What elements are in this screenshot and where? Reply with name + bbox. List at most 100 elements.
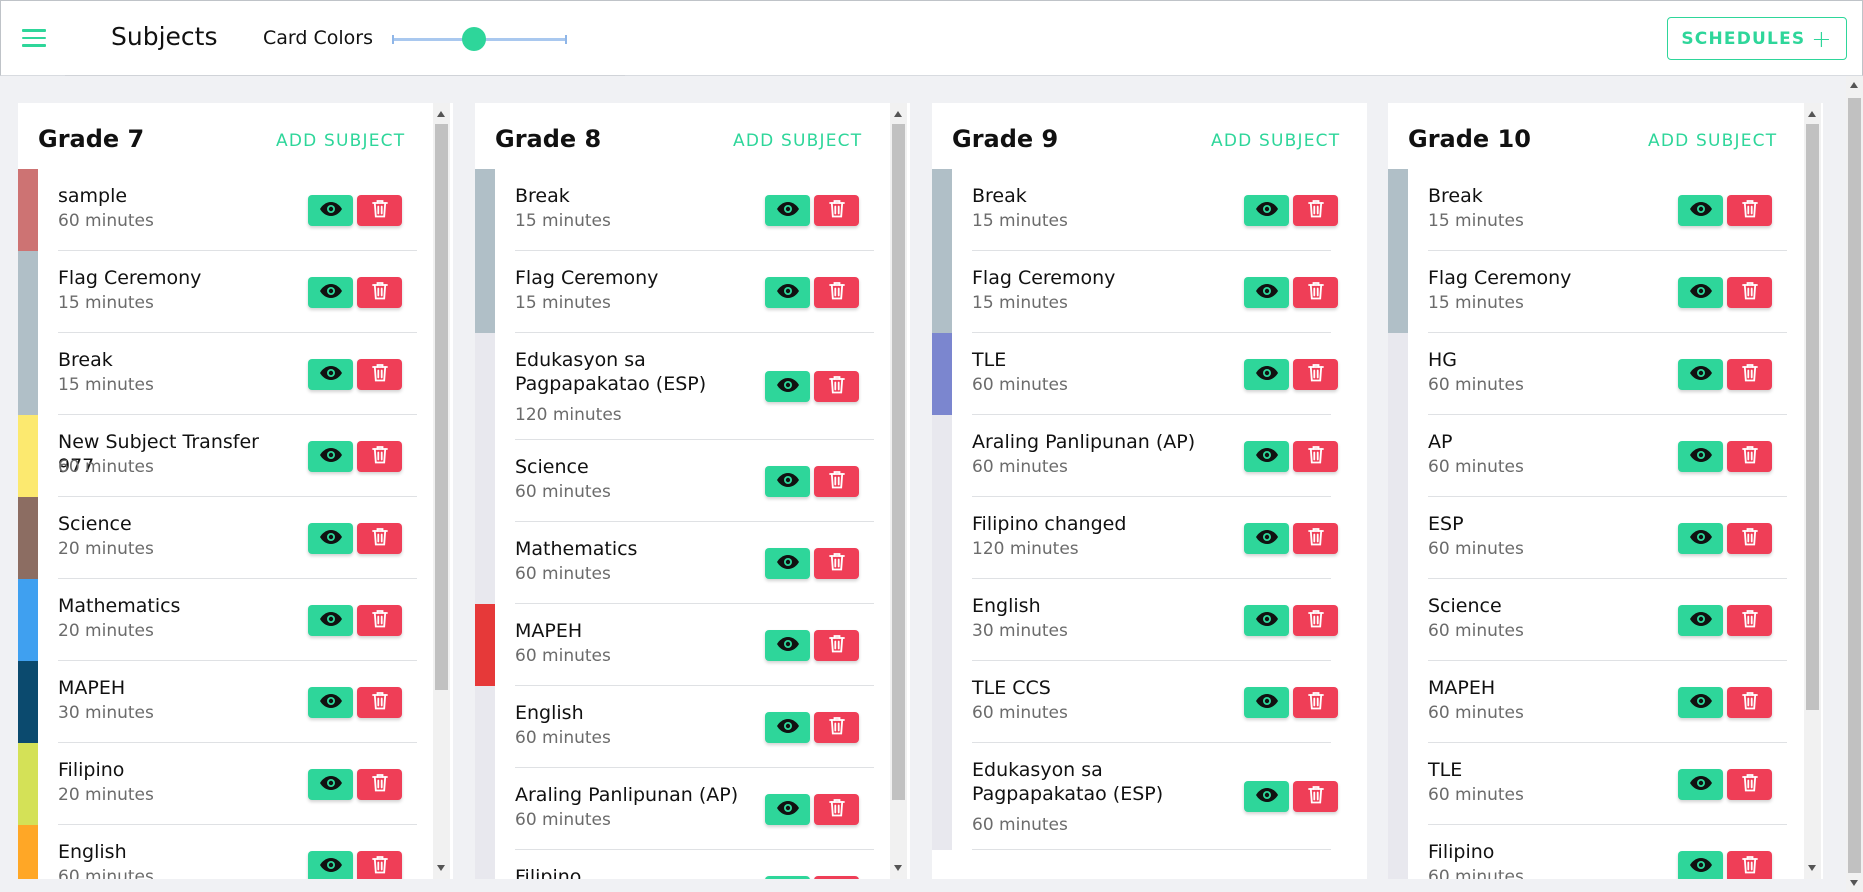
scrollbar-thumb[interactable]: [1806, 124, 1819, 710]
view-subject-button[interactable]: [308, 850, 353, 879]
scrollbar-thumb[interactable]: [435, 124, 448, 690]
view-subject-button[interactable]: [1244, 440, 1289, 472]
slider-thumb[interactable]: [462, 27, 487, 51]
view-subject-button[interactable]: [765, 276, 810, 308]
delete-subject-button[interactable]: [814, 371, 859, 402]
view-subject-button[interactable]: [765, 875, 810, 879]
delete-subject-button[interactable]: [1727, 194, 1772, 226]
add-subject-button[interactable]: ADD SUBJECT: [1648, 131, 1777, 151]
view-subject-button[interactable]: [765, 194, 810, 226]
delete-subject-button[interactable]: [357, 686, 402, 718]
view-subject-button[interactable]: [1244, 686, 1289, 718]
list-item: English 60 minutes: [475, 686, 890, 768]
delete-subject-button[interactable]: [814, 547, 859, 579]
column-scrollbar[interactable]: [1804, 103, 1821, 879]
delete-subject-button[interactable]: [1727, 358, 1772, 390]
trash-icon: [1741, 691, 1758, 714]
delete-subject-button[interactable]: [1293, 522, 1338, 554]
add-subject-button[interactable]: ADD SUBJECT: [276, 131, 405, 151]
card-colors-slider[interactable]: [392, 27, 567, 51]
view-subject-button[interactable]: [308, 768, 353, 800]
delete-subject-button[interactable]: [1293, 440, 1338, 472]
delete-subject-button[interactable]: [1727, 276, 1772, 308]
delete-subject-button[interactable]: [357, 850, 402, 879]
delete-subject-button[interactable]: [1293, 276, 1338, 308]
delete-subject-button[interactable]: [814, 629, 859, 661]
list-item: ESP 60 minutes: [1388, 497, 1803, 579]
view-subject-button[interactable]: [308, 686, 353, 718]
delete-subject-button[interactable]: [1727, 440, 1772, 472]
scroll-down-arrow-icon[interactable]: [1850, 880, 1858, 886]
delete-subject-button[interactable]: [1293, 686, 1338, 718]
delete-subject-button[interactable]: [1293, 194, 1338, 226]
view-subject-button[interactable]: [765, 465, 810, 497]
view-subject-button[interactable]: [308, 276, 353, 308]
view-subject-button[interactable]: [1244, 604, 1289, 636]
delete-subject-button[interactable]: [814, 465, 859, 497]
page-scrollbar[interactable]: [1846, 76, 1863, 892]
delete-subject-button[interactable]: [814, 276, 859, 308]
view-subject-button[interactable]: [1678, 276, 1723, 308]
view-subject-button[interactable]: [308, 440, 353, 472]
scroll-down-arrow-icon[interactable]: [1808, 865, 1816, 871]
add-subject-button[interactable]: ADD SUBJECT: [733, 131, 862, 151]
column-scrollbar[interactable]: [433, 103, 450, 879]
view-subject-button[interactable]: [1678, 358, 1723, 390]
view-subject-button[interactable]: [1678, 850, 1723, 879]
view-subject-button[interactable]: [765, 371, 810, 402]
view-subject-button[interactable]: [308, 194, 353, 226]
scrollbar-thumb[interactable]: [892, 124, 905, 800]
view-subject-button[interactable]: [1678, 440, 1723, 472]
list-item: HG 60 minutes: [1388, 333, 1803, 415]
column-scrollbar[interactable]: [890, 103, 907, 879]
delete-subject-button[interactable]: [357, 194, 402, 226]
delete-subject-button[interactable]: [357, 358, 402, 390]
delete-subject-button[interactable]: [814, 793, 859, 825]
list-item: Science 60 minutes: [1388, 579, 1803, 661]
view-subject-button[interactable]: [1244, 781, 1289, 812]
scroll-down-arrow-icon[interactable]: [894, 865, 902, 871]
delete-subject-button[interactable]: [357, 604, 402, 636]
view-subject-button[interactable]: [1244, 358, 1289, 390]
view-subject-button[interactable]: [765, 793, 810, 825]
view-subject-button[interactable]: [308, 358, 353, 390]
view-subject-button[interactable]: [1244, 276, 1289, 308]
scrollbar-thumb[interactable]: [1848, 98, 1861, 873]
view-subject-button[interactable]: [1678, 604, 1723, 636]
delete-subject-button[interactable]: [1293, 358, 1338, 390]
scroll-up-arrow-icon[interactable]: [1808, 111, 1816, 117]
delete-subject-button[interactable]: [1293, 781, 1338, 812]
view-subject-button[interactable]: [308, 604, 353, 636]
delete-subject-button[interactable]: [357, 276, 402, 308]
delete-subject-button[interactable]: [814, 875, 859, 879]
hamburger-menu-icon[interactable]: [22, 29, 46, 49]
view-subject-button[interactable]: [1244, 522, 1289, 554]
view-subject-button[interactable]: [765, 711, 810, 743]
add-subject-button[interactable]: ADD SUBJECT: [1211, 131, 1340, 151]
delete-subject-button[interactable]: [814, 711, 859, 743]
delete-subject-button[interactable]: [814, 194, 859, 226]
view-subject-button[interactable]: [1678, 686, 1723, 718]
delete-subject-button[interactable]: [1727, 604, 1772, 636]
scroll-up-arrow-icon[interactable]: [894, 111, 902, 117]
delete-subject-button[interactable]: [357, 768, 402, 800]
view-subject-button[interactable]: [1678, 194, 1723, 226]
scroll-up-arrow-icon[interactable]: [1850, 82, 1858, 88]
delete-subject-button[interactable]: [357, 440, 402, 472]
delete-subject-button[interactable]: [357, 522, 402, 554]
delete-subject-button[interactable]: [1727, 768, 1772, 800]
delete-subject-button[interactable]: [1293, 604, 1338, 636]
schedules-button[interactable]: SCHEDULES +: [1667, 17, 1847, 60]
view-subject-button[interactable]: [765, 547, 810, 579]
scroll-down-arrow-icon[interactable]: [437, 865, 445, 871]
view-subject-button[interactable]: [308, 522, 353, 554]
eye-icon: [1689, 529, 1712, 548]
delete-subject-button[interactable]: [1727, 686, 1772, 718]
view-subject-button[interactable]: [765, 629, 810, 661]
delete-subject-button[interactable]: [1727, 522, 1772, 554]
scroll-up-arrow-icon[interactable]: [437, 111, 445, 117]
view-subject-button[interactable]: [1678, 768, 1723, 800]
view-subject-button[interactable]: [1244, 194, 1289, 226]
delete-subject-button[interactable]: [1727, 850, 1772, 879]
view-subject-button[interactable]: [1678, 522, 1723, 554]
